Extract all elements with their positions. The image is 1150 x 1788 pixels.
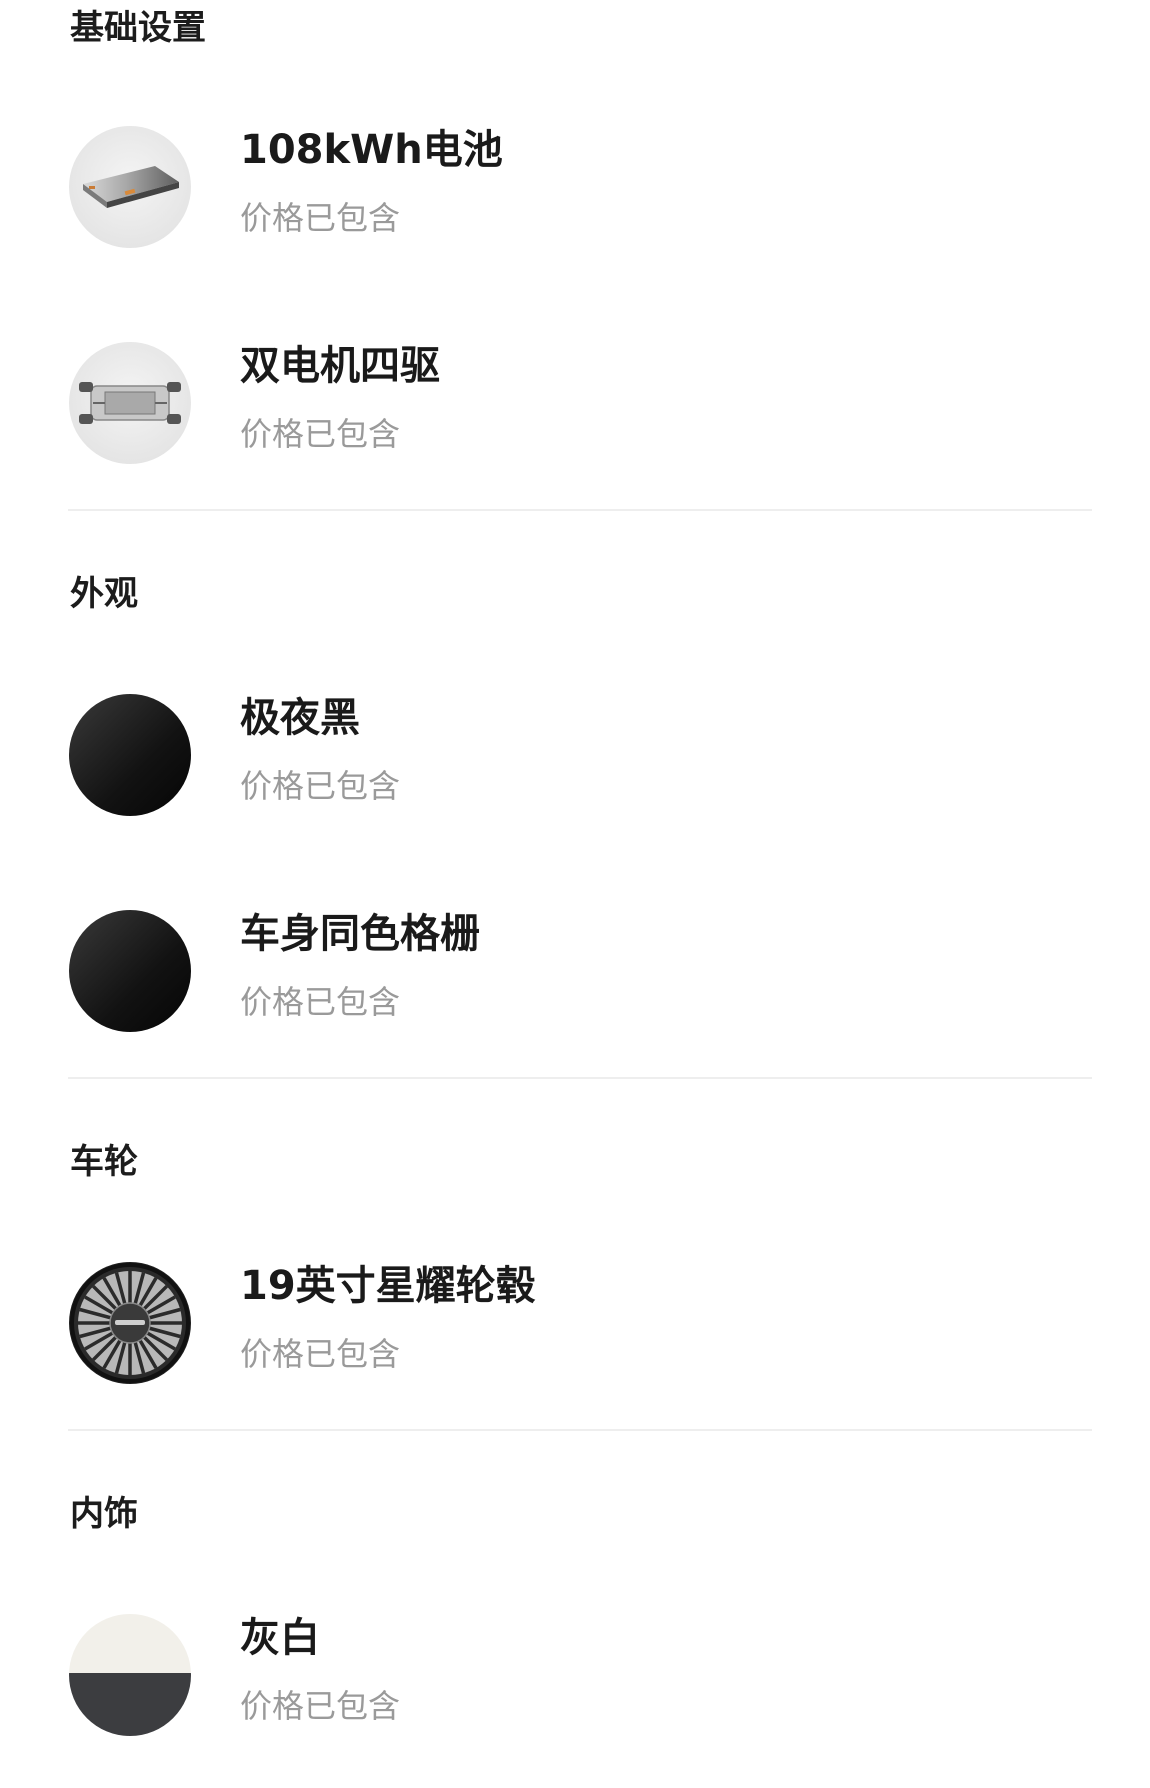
wheel-rim-icon (69, 1262, 191, 1384)
list-item-wheel: 19英寸星耀轮毂 价格已包含 (0, 1262, 1150, 1386)
item-price-status: 价格已包含 (240, 415, 401, 453)
item-price-status: 价格已包含 (240, 1687, 401, 1725)
item-name: 灰白 (240, 1615, 320, 1661)
item-name: 车身同色格栅 (240, 911, 480, 957)
item-name: 19英寸星耀轮毂 (240, 1263, 536, 1309)
list-item-body-color-grille: 车身同色格栅 价格已包含 (0, 910, 1150, 1034)
item-name: 108kWh电池 (240, 127, 503, 173)
battery-pack-icon (69, 126, 191, 248)
list-item-night-black: 极夜黑 价格已包含 (0, 694, 1150, 818)
item-price-status: 价格已包含 (240, 199, 401, 237)
black-swatch-icon (69, 910, 191, 1032)
section-title-basic: 基础设置 (70, 8, 206, 48)
item-price-status: 价格已包含 (240, 1335, 401, 1373)
grey-white-swatch-icon (69, 1614, 191, 1736)
list-item-dual-motor: 双电机四驱 价格已包含 (0, 342, 1150, 466)
item-price-status: 价格已包含 (240, 983, 401, 1021)
config-summary-page: 基础设置 108kWh电池 价格已包含 双电机四驱 价格已包含 外观 极夜黑 价… (0, 0, 1150, 1788)
chassis-icon (69, 342, 191, 464)
section-title-exterior: 外观 (70, 574, 138, 614)
section-title-interior: 内饰 (70, 1494, 138, 1534)
section-title-wheels: 车轮 (70, 1142, 138, 1182)
item-name: 双电机四驱 (240, 343, 440, 389)
section-divider (68, 1077, 1092, 1079)
list-item-battery: 108kWh电池 价格已包含 (0, 126, 1150, 250)
black-swatch-icon (69, 694, 191, 816)
section-divider (68, 509, 1092, 511)
section-divider (68, 1429, 1092, 1431)
item-name: 极夜黑 (240, 695, 360, 741)
item-price-status: 价格已包含 (240, 767, 401, 805)
list-item-grey-white: 灰白 价格已包含 (0, 1614, 1150, 1738)
